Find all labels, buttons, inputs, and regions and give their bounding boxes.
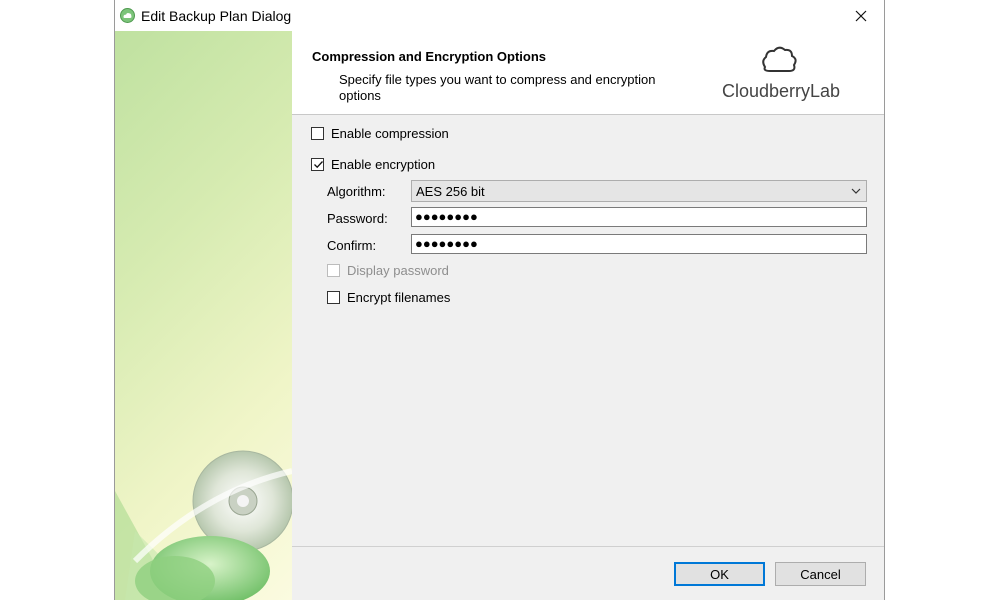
cloud-app-icon — [120, 8, 135, 23]
check-icon — [314, 161, 323, 169]
page-title: Compression and Encryption Options — [312, 49, 547, 64]
ok-button[interactable]: OK — [674, 562, 765, 586]
page-header: Compression and Encryption Options Speci… — [292, 31, 884, 115]
chevron-down-icon — [851, 188, 861, 194]
display-password-label: Display password — [347, 263, 449, 278]
algorithm-value: AES 256 bit — [416, 184, 485, 199]
edit-backup-plan-dialog: Edit Backup Plan Dialog Compression and … — [114, 0, 885, 600]
logo-text: CloudberryLab — [722, 81, 841, 101]
confirm-field[interactable]: ●●●●●●●● — [411, 234, 867, 254]
encrypt-filenames-label: Encrypt filenames — [347, 290, 451, 305]
password-label: Password: — [327, 211, 388, 226]
title-bar: Edit Backup Plan Dialog — [115, 0, 884, 31]
enable-compression-label: Enable compression — [331, 126, 449, 141]
window-title: Edit Backup Plan Dialog — [141, 8, 292, 24]
encrypt-filenames-row[interactable]: Encrypt filenames — [327, 290, 450, 305]
confirm-value: ●●●●●●●● — [415, 236, 478, 251]
enable-encryption-checkbox[interactable] — [311, 158, 324, 171]
disc-graphic — [115, 450, 292, 600]
password-field[interactable]: ●●●●●●●● — [411, 207, 867, 227]
wizard-sidebar — [115, 31, 292, 600]
page-description: Specify file types you want to compress … — [339, 72, 656, 103]
cancel-button[interactable]: Cancel — [775, 562, 866, 586]
display-password-row: Display password — [327, 263, 449, 278]
close-icon — [855, 10, 867, 21]
algorithm-label: Algorithm: — [327, 184, 386, 199]
display-password-checkbox — [327, 264, 340, 277]
footer-divider — [292, 546, 884, 547]
enable-encryption-row[interactable]: Enable encryption — [311, 157, 435, 172]
close-button[interactable] — [838, 0, 884, 31]
confirm-label: Confirm: — [327, 238, 377, 253]
enable-compression-checkbox[interactable] — [311, 127, 324, 140]
password-value: ●●●●●●●● — [415, 209, 478, 224]
algorithm-select[interactable]: AES 256 bit — [411, 180, 867, 202]
encrypt-filenames-checkbox[interactable] — [327, 291, 340, 304]
enable-compression-row[interactable]: Enable compression — [311, 126, 449, 141]
enable-encryption-label: Enable encryption — [331, 157, 436, 172]
